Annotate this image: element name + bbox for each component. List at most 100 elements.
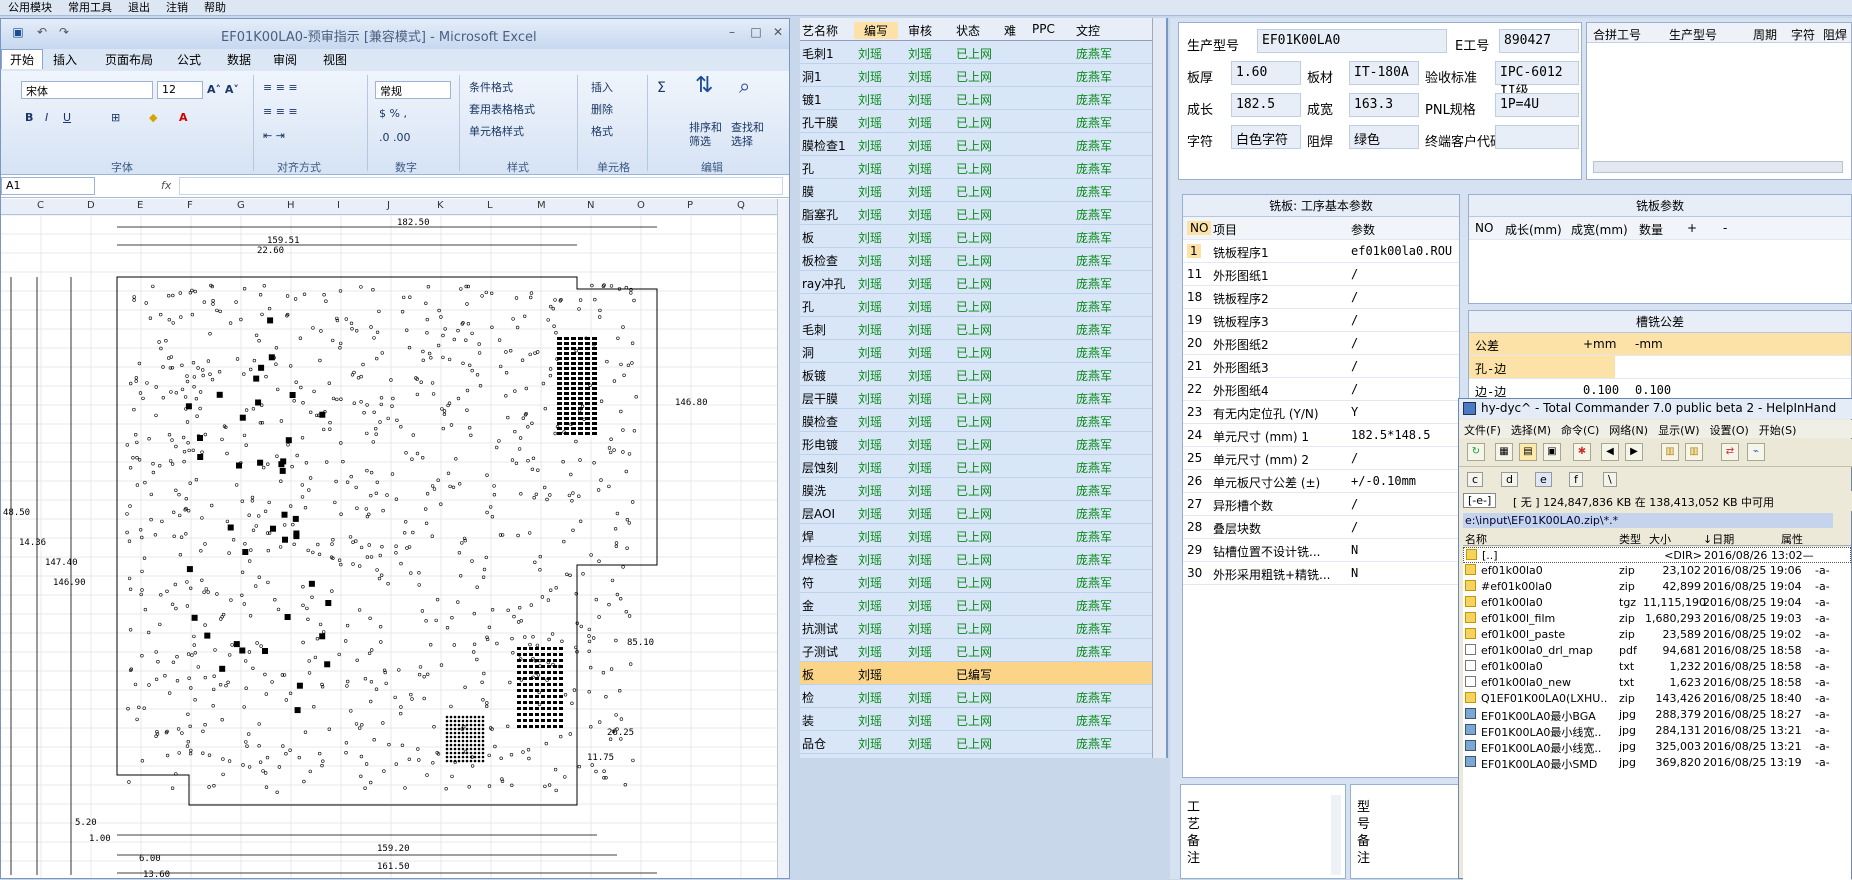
- find-icon[interactable]: ⌕: [739, 76, 750, 96]
- tc-column-header[interactable]: 类型: [1619, 531, 1641, 547]
- column-header[interactable]: D: [87, 200, 95, 211]
- process-row[interactable]: 板刘瑶 刘瑶 已上网 庞燕军: [800, 225, 1152, 248]
- merge-header-cell[interactable]: 字符: [1791, 26, 1815, 43]
- milling-row[interactable]: 25 单元尺寸 (mm) 2/: [1183, 447, 1459, 470]
- number-format-select[interactable]: 常规: [375, 81, 451, 99]
- tc-file-row[interactable]: Q1EF01K00LA0(LXHU.. zip 143,426 2016/08/25 …: [1463, 691, 1851, 707]
- ribbon-tab[interactable]: 插入: [53, 51, 77, 68]
- ribbon-tab[interactable]: 开始: [1, 49, 44, 69]
- bold-icon[interactable]: B: [25, 111, 33, 125]
- find-select-button[interactable]: 查找和 选择: [731, 121, 764, 149]
- tc-file-row[interactable]: [..] <DIR> 2016/08/26 13:02—: [1463, 547, 1851, 563]
- undo-icon[interactable]: ↶: [31, 25, 53, 41]
- milling-row[interactable]: 27 异形槽个数 /: [1183, 493, 1459, 516]
- milling-row[interactable]: 29 钻槽位置不设计铣... N: [1183, 539, 1459, 562]
- tc-file-row[interactable]: ef01k00la0_drl_map pdf 94,681 2016/08/25 18…: [1463, 643, 1851, 659]
- drive-button[interactable]: \: [1603, 472, 1617, 487]
- column-header[interactable]: E: [137, 200, 143, 211]
- width-value[interactable]: 163.3: [1349, 93, 1419, 117]
- app-menu-item[interactable]: 帮助: [196, 1, 234, 15]
- process-row[interactable]: 膜检查 刘瑶 刘瑶 已上网 庞燕军: [800, 409, 1152, 432]
- formula-input[interactable]: [179, 177, 783, 195]
- redo-icon[interactable]: ↷: [53, 25, 75, 41]
- grid-header-cell[interactable]: 编写: [854, 22, 899, 39]
- grid-header-cell[interactable]: 状态: [956, 22, 980, 39]
- drive-button[interactable]: f: [1569, 472, 1583, 487]
- sort-filter-button[interactable]: 排序和 筛选: [689, 121, 722, 149]
- drive-button[interactable]: c: [1467, 472, 1484, 487]
- mill-param-header[interactable]: +: [1687, 221, 1697, 235]
- eno-value[interactable]: 890427: [1499, 29, 1579, 53]
- full-view-icon[interactable]: ▤: [1519, 443, 1537, 461]
- process-row[interactable]: 品仓 刘瑶 刘瑶 已上网 庞燕军: [800, 731, 1152, 754]
- tc-file-row[interactable]: #ef01k00la0 zip 42,899 2016/08/25 19:04 -a-: [1463, 579, 1851, 595]
- tc-file-row[interactable]: ef01k00l_paste zip 23,589 2016/08/25 19:02-…: [1463, 627, 1851, 643]
- slot-tol-row[interactable]: 孔-边: [1469, 356, 1851, 379]
- vertical-scrollbar[interactable]: [777, 199, 789, 878]
- app-menu-item[interactable]: 常用工具: [60, 1, 120, 15]
- milling-row[interactable]: 19 铣板程序3/: [1183, 309, 1459, 332]
- pnl-value[interactable]: 1P=4U: [1495, 93, 1579, 117]
- tc-file-row[interactable]: ef01k00la0 zip 23,102 2016/08/25 19:06 -a-: [1463, 563, 1851, 579]
- milling-row[interactable]: 20 外形图纸2/: [1183, 332, 1459, 355]
- thickness-value[interactable]: 1.60: [1231, 61, 1301, 85]
- process-row[interactable]: 膜检查1 刘瑶 刘瑶 已上网 庞燕军: [800, 133, 1152, 156]
- back-icon[interactable]: ◀: [1601, 443, 1619, 461]
- brief-view-icon[interactable]: ▦: [1495, 443, 1513, 461]
- milling-row[interactable]: 21 外形图纸3/: [1183, 355, 1459, 378]
- insert-cells-button[interactable]: 插入: [591, 81, 613, 95]
- milling-header-cell[interactable]: 参数: [1351, 221, 1375, 238]
- conditional-format-button[interactable]: 条件格式: [469, 81, 513, 95]
- process-row[interactable]: 膜洗 刘瑶 刘瑶 已上网 庞燕军: [800, 478, 1152, 501]
- process-row[interactable]: 板刘瑶 已编写: [800, 662, 1152, 685]
- column-header[interactable]: M: [537, 200, 546, 211]
- pack-icon[interactable]: ▥: [1661, 443, 1679, 461]
- tc-column-header[interactable]: ↓日期: [1703, 531, 1734, 547]
- milling-row[interactable]: 18 铣板程序2/: [1183, 286, 1459, 309]
- grid-header-cell[interactable]: PPC: [1032, 22, 1055, 36]
- column-header[interactable]: J: [387, 200, 390, 211]
- italic-icon[interactable]: I: [45, 111, 48, 125]
- font-name-select[interactable]: 宋体: [21, 81, 153, 99]
- format-cells-button[interactable]: 格式: [591, 125, 613, 139]
- grid-header-cell[interactable]: 文控: [1076, 22, 1100, 39]
- column-header[interactable]: Q: [737, 200, 745, 211]
- minimize-icon[interactable]: –: [721, 25, 743, 41]
- font-size-select[interactable]: 12: [157, 81, 203, 99]
- process-row[interactable]: ray冲孔 刘瑶 刘瑶 已上网 庞燕军: [800, 271, 1152, 294]
- tc-file-row[interactable]: ef01k00la0_new txt 1,623 2016/08/25 18:58 -a…: [1463, 675, 1851, 691]
- process-row[interactable]: 子测试 刘瑶 刘瑶 已上网 庞燕军: [800, 639, 1152, 662]
- material-value[interactable]: IT-180A: [1349, 61, 1419, 85]
- column-header[interactable]: P: [687, 200, 693, 211]
- milling-row[interactable]: 1 铣板程序1 ef01k00la0.ROU: [1183, 240, 1459, 263]
- column-header[interactable]: K: [437, 200, 444, 211]
- grid-header-cell[interactable]: 审核: [908, 22, 932, 39]
- milling-row[interactable]: 26 单元板尺寸公差 (±) +/-0.10mm: [1183, 470, 1459, 493]
- process-row[interactable]: 金刘瑶 刘瑶 已上网 庞燕军: [800, 593, 1152, 616]
- thumbnail-icon[interactable]: ▣: [1543, 443, 1561, 461]
- column-header[interactable]: G: [237, 200, 245, 211]
- tc-column-header[interactable]: 属性: [1781, 531, 1803, 547]
- office-button-icon[interactable]: ▣: [7, 25, 29, 41]
- tc-file-row[interactable]: EF01K00LA0最小线宽.. jpg 284,131 2016/08/25 13:…: [1463, 723, 1851, 739]
- drive-button[interactable]: d: [1501, 472, 1518, 487]
- process-row[interactable]: 孔刘瑶 刘瑶 已上网 庞燕军: [800, 156, 1152, 179]
- column-header[interactable]: N: [587, 200, 594, 211]
- milling-header-cell[interactable]: 项目: [1213, 221, 1237, 238]
- worksheet[interactable]: 182.50 159.51 22.60 14.36 147.40 146.90 146.80…: [1, 214, 777, 878]
- delete-cells-button[interactable]: 删除: [591, 103, 613, 117]
- grid-header-cell[interactable]: 艺名称: [802, 22, 838, 39]
- model-value[interactable]: EF01K00LA0: [1257, 29, 1447, 53]
- standard-value[interactable]: IPC-6012 II级: [1495, 61, 1579, 99]
- tc-file-row[interactable]: EF01K00LA0最小SMD jpg 369,820 2016/08/25 13:1…: [1463, 755, 1851, 771]
- tc-path[interactable]: e:\input\EF01K00LA0.zip\*.*: [1463, 513, 1833, 528]
- ribbon-tab[interactable]: 公式: [177, 51, 201, 68]
- forward-icon[interactable]: ▶: [1625, 443, 1643, 461]
- process-row[interactable]: 层干膜 刘瑶 刘瑶 已上网 庞燕军: [800, 386, 1152, 409]
- underline-icon[interactable]: U: [63, 111, 71, 125]
- refresh-icon[interactable]: ↻: [1467, 443, 1485, 461]
- drive-button[interactable]: e: [1535, 472, 1552, 487]
- tc-menu-item[interactable]: 文件(F): [1459, 420, 1506, 440]
- tc-menu-item[interactable]: 命令(C): [1556, 420, 1604, 440]
- column-header[interactable]: F: [187, 200, 193, 211]
